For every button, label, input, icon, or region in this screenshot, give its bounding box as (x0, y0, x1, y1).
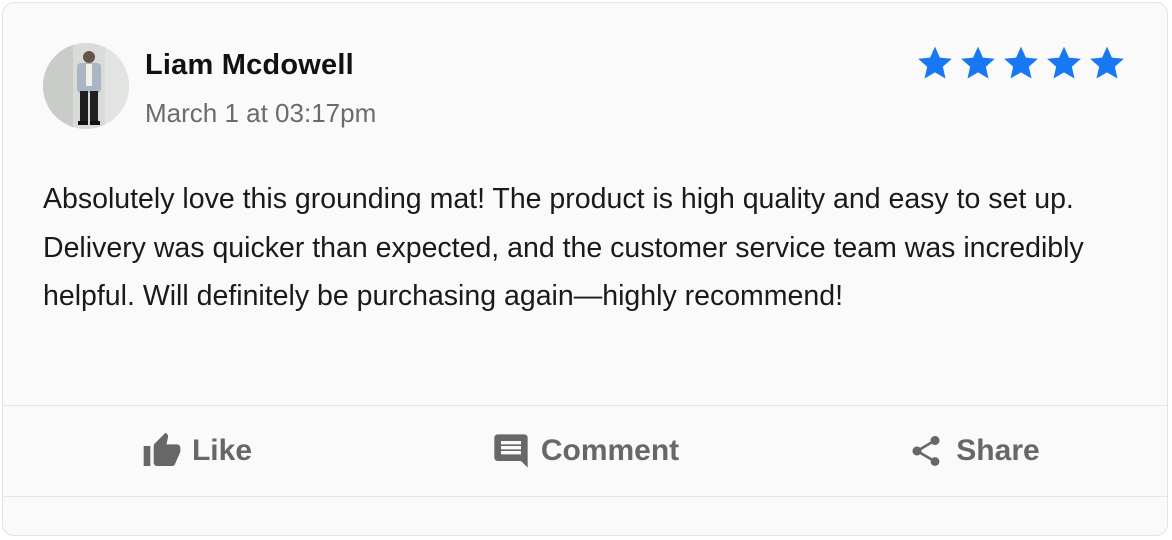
star-filled-icon (1047, 46, 1081, 79)
comment-icon (491, 431, 531, 471)
star-filled-icon (1090, 46, 1124, 79)
like-button[interactable]: Like (3, 406, 391, 496)
share-label: Share (956, 434, 1040, 467)
comment-button[interactable]: Comment (391, 406, 779, 496)
review-card: Liam Mcdowell March 1 at 03:17pm Absolut… (2, 2, 1168, 536)
review-timestamp: March 1 at 03:17pm (145, 98, 377, 128)
star-filled-icon (918, 46, 952, 79)
share-icon (906, 431, 946, 471)
star-filled-icon (1004, 46, 1038, 79)
like-label: Like (191, 434, 253, 467)
action-bar: Like Comment Share (3, 405, 1167, 497)
thumbs-up-icon (142, 431, 182, 471)
review-text: Absolutely love this grounding mat! The … (43, 183, 1084, 312)
share-button[interactable]: Share (779, 406, 1167, 496)
comment-label: Comment (540, 434, 680, 467)
star-rating (915, 43, 1127, 83)
user-name[interactable]: Liam Mcdowell (145, 49, 354, 82)
star-filled-icon (961, 46, 995, 79)
avatar[interactable] (43, 43, 129, 129)
review-header: Liam Mcdowell March 1 at 03:17pm (43, 43, 1127, 133)
